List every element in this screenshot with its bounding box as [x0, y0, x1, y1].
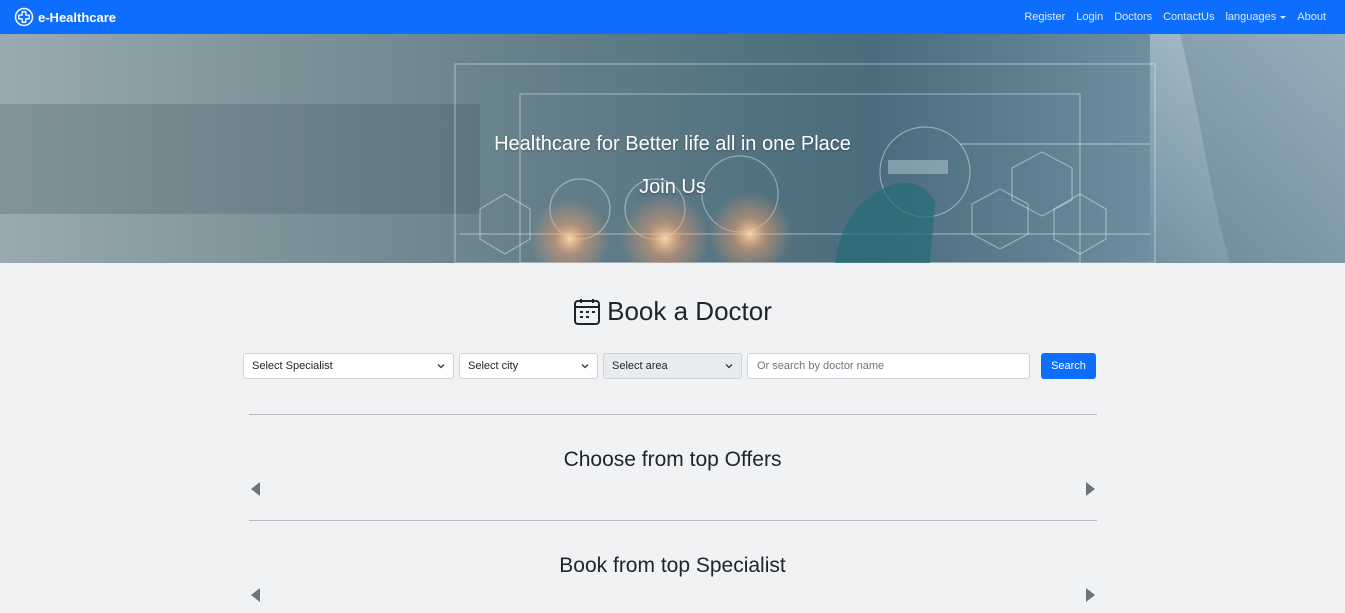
specialist-select[interactable]: Select Specialist — [243, 353, 454, 379]
area-select-value: Select area — [612, 360, 668, 372]
nav-about-link[interactable]: About — [1297, 11, 1326, 23]
section-divider — [249, 520, 1097, 521]
specialist-carousel-prev-icon[interactable] — [250, 587, 262, 603]
chevron-down-icon — [581, 364, 589, 369]
nav-login-link[interactable]: Login — [1076, 11, 1103, 23]
caret-down-icon — [1280, 15, 1287, 19]
doctor-name-search-input[interactable] — [747, 353, 1030, 379]
nav-register-link[interactable]: Register — [1024, 11, 1065, 23]
offers-section-title: Choose from top Offers — [563, 448, 782, 471]
chevron-down-icon — [725, 364, 733, 369]
offers-carousel-prev-icon[interactable] — [250, 481, 262, 497]
area-select[interactable]: Select area — [603, 353, 742, 379]
brand-name: e-Healthcare — [38, 9, 117, 25]
nav-languages-dropdown[interactable]: languages — [1225, 11, 1287, 23]
offers-carousel-next-icon[interactable] — [1084, 481, 1096, 497]
specialist-section-title: Book from top Specialist — [559, 554, 786, 577]
nav-contact-link[interactable]: ContactUs — [1163, 11, 1214, 23]
languages-label: languages — [1225, 11, 1277, 23]
join-us-link[interactable]: Join Us — [0, 176, 1345, 199]
hero-title: Healthcare for Better life all in one Pl… — [494, 133, 851, 155]
brand[interactable]: e-Healthcare — [14, 7, 116, 27]
specialist-select-value: Select Specialist — [252, 360, 333, 372]
hero-banner: Healthcare for Better life all in one Pl… — [0, 34, 1345, 263]
chevron-down-icon — [437, 364, 445, 369]
city-select[interactable]: Select city — [459, 353, 598, 379]
medical-cross-logo-icon — [14, 7, 34, 27]
search-button[interactable]: Search — [1041, 353, 1096, 379]
book-doctor-heading: Book a Doctor — [0, 296, 1345, 327]
calendar-icon — [574, 298, 601, 325]
city-select-value: Select city — [468, 360, 519, 372]
navbar: e-Healthcare Register Login Doctors Cont… — [0, 0, 1345, 34]
doctor-search-form: Select Specialist Select city Select are… — [243, 353, 1096, 379]
specialist-carousel-next-icon[interactable] — [1084, 587, 1096, 603]
nav-doctors-link[interactable]: Doctors — [1114, 11, 1152, 23]
book-doctor-title: Book a Doctor — [607, 296, 772, 326]
section-divider — [249, 414, 1097, 415]
nav-links: Register Login Doctors ContactUs languag… — [1024, 11, 1326, 23]
